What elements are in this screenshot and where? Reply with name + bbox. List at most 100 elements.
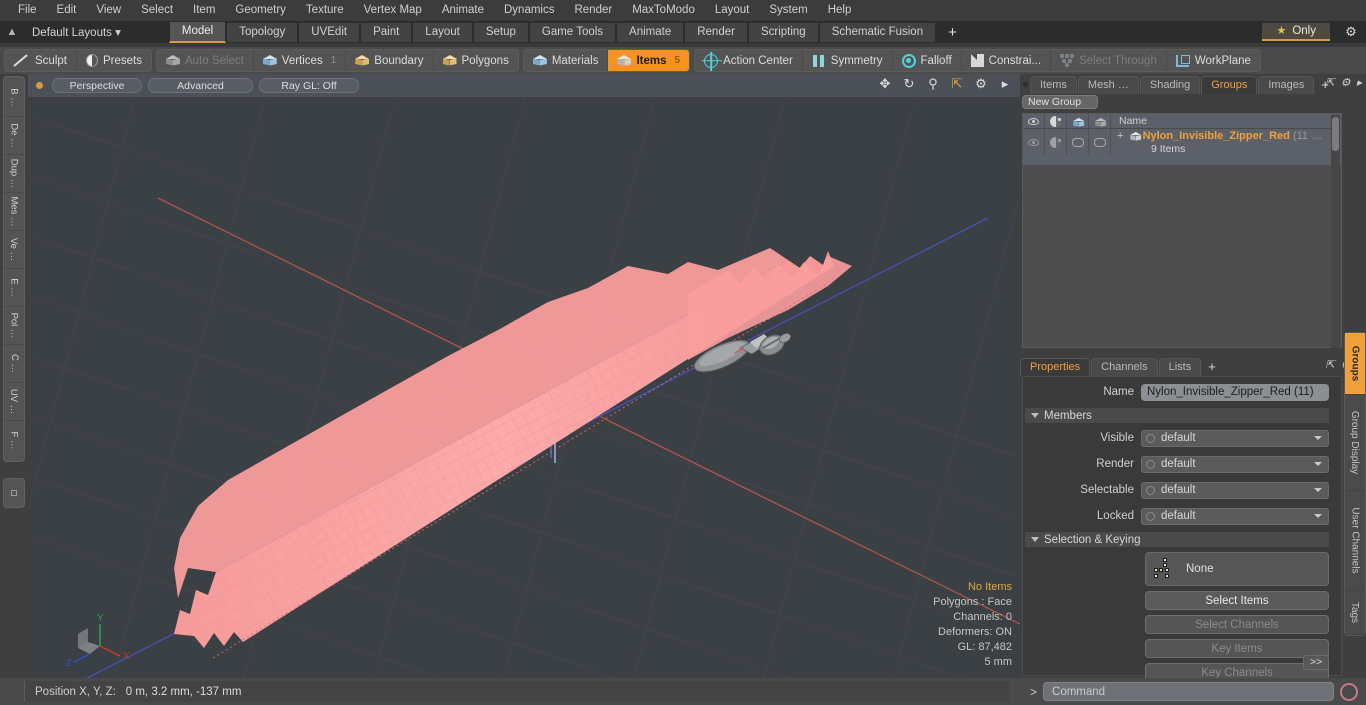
row-select-toggle[interactable] [1089, 129, 1111, 155]
left-tool-tab-9[interactable]: F … [4, 421, 24, 459]
left-tool-tab-8[interactable]: UV … [4, 383, 24, 421]
gear-icon[interactable]: ⚙ [1342, 24, 1360, 40]
row-visible-toggle[interactable] [1023, 129, 1045, 155]
select-cube-icon[interactable] [1089, 113, 1111, 129]
layout-tab-model[interactable]: Model [168, 21, 227, 43]
layout-tab-render[interactable]: Render [684, 22, 748, 42]
menu-item-render[interactable]: Render [564, 0, 622, 21]
right-panel-tab-shading[interactable]: Shading [1139, 76, 1201, 94]
layout-tab-paint[interactable]: Paint [360, 22, 413, 42]
right-panel-tab-groups[interactable]: Groups [1201, 76, 1258, 94]
mode-button-boundary[interactable]: Boundary [346, 50, 434, 71]
view-mode-button[interactable]: Perspective [52, 78, 142, 93]
members-section-header[interactable]: Members [1025, 408, 1329, 423]
more-button[interactable]: >> [1303, 655, 1329, 670]
mode-button-vertices[interactable]: Vertices 1 [254, 50, 347, 71]
new-group-button[interactable]: New Group [1022, 95, 1098, 109]
record-icon[interactable] [1340, 682, 1358, 701]
viewport-menu-dot-icon[interactable] [36, 82, 43, 89]
add-layout-tab-button[interactable]: + [936, 23, 969, 42]
right-panel-tab-items[interactable]: Items [1030, 76, 1077, 94]
layout-selector[interactable]: Default Layouts ▾ [24, 25, 129, 39]
selection-set-field[interactable]: None [1145, 552, 1329, 586]
mode-button-items[interactable]: Items 5 [608, 50, 690, 71]
left-tool-tab-0[interactable]: B … [4, 79, 24, 117]
layout-tab-topology[interactable]: Topology [226, 22, 299, 42]
raygl-button[interactable]: Ray GL: Off [259, 78, 359, 93]
left-tool-tab-6[interactable]: Pol … [4, 307, 24, 345]
list-scrollbar[interactable] [1331, 115, 1340, 348]
expand-toggle-icon[interactable]: + [1117, 130, 1123, 142]
menu-item-layout[interactable]: Layout [705, 0, 760, 21]
left-tool-tab-3[interactable]: Mes … [4, 193, 24, 231]
arrow-right-icon[interactable]: ▸ [998, 77, 1012, 91]
right-panel-tab-mesh[interactable]: Mesh … [1077, 76, 1139, 94]
left-tool-tab-5[interactable]: E … [4, 269, 24, 307]
group-item-list[interactable]: Name + Nylon_Invisible_Zipper_Red (11 … … [1022, 113, 1342, 348]
menu-item-select[interactable]: Select [131, 0, 183, 21]
menu-item-file[interactable]: File [8, 0, 47, 21]
layout-tab-animate[interactable]: Animate [616, 22, 685, 42]
render-cube-icon[interactable] [1067, 113, 1089, 129]
mode-button-select-through[interactable]: Select Through [1051, 50, 1167, 71]
menu-item-edit[interactable]: Edit [47, 0, 87, 21]
properties-tab-channels[interactable]: Channels [1091, 358, 1158, 376]
panel-menu-dot-icon[interactable] [1020, 74, 1030, 94]
layout-tab-setup[interactable]: Setup [472, 22, 529, 42]
mode-button-sculpt[interactable]: Sculpt [5, 50, 77, 71]
member-dropdown-render[interactable]: default [1141, 455, 1329, 473]
rotate-icon[interactable]: ↻ [902, 77, 916, 91]
arrow-right-icon[interactable]: ▸ [1356, 76, 1362, 89]
mode-button-polygons[interactable]: Polygons [434, 50, 518, 71]
shading-mode-button[interactable]: Advanced [148, 78, 253, 93]
layout-tab-scripting[interactable]: Scripting [747, 22, 819, 42]
properties-tab-add[interactable]: + [1202, 358, 1222, 376]
menu-item-dynamics[interactable]: Dynamics [494, 0, 564, 21]
mode-button-symmetry[interactable]: Symmetry [803, 50, 893, 71]
vertical-tab-tags[interactable]: Tags [1345, 591, 1365, 635]
vertical-tab-user-channels[interactable]: User Channels [1345, 491, 1365, 591]
menu-item-geometry[interactable]: Geometry [225, 0, 296, 21]
mode-button-presets[interactable]: Presets [77, 50, 151, 71]
table-row[interactable]: + Nylon_Invisible_Zipper_Red (11 … 9 Ite… [1023, 129, 1341, 155]
member-dropdown-selectable[interactable]: default [1141, 481, 1329, 499]
home-icon[interactable]: ▲ [0, 26, 24, 38]
gear-icon[interactable]: ⚙ [1341, 76, 1351, 89]
properties-tab-properties[interactable]: Properties [1020, 358, 1091, 376]
menu-item-animate[interactable]: Animate [432, 0, 494, 21]
expand-icon[interactable]: ⇱ [1325, 358, 1334, 371]
command-input[interactable]: Command [1043, 682, 1334, 701]
layout-tab-game-tools[interactable]: Game Tools [528, 22, 617, 42]
viewport-canvas[interactable]: X Y Z No Items Polygons : Face Channels:… [28, 74, 1020, 678]
left-tool-tab-2[interactable]: Dup … [4, 155, 24, 193]
menu-item-view[interactable]: View [86, 0, 131, 21]
row-shade-toggle[interactable] [1045, 129, 1067, 155]
left-tool-tab-1[interactable]: De … [4, 117, 24, 155]
zoom-icon[interactable]: ⚲ [926, 77, 940, 91]
vertical-tab-group-display[interactable]: Group Display [1345, 395, 1365, 491]
properties-tab-lists[interactable]: Lists [1158, 358, 1202, 376]
mode-button-workplane[interactable]: WorkPlane [1167, 50, 1260, 71]
extra-tool-button[interactable] [3, 478, 25, 508]
viewport-3d[interactable]: Perspective Advanced Ray GL: Off ✥ ↻ ⚲ ⇱… [28, 74, 1020, 678]
mode-button-action-center[interactable]: Action Center [695, 50, 803, 71]
menu-item-maxtomodo[interactable]: MaxToModo [622, 0, 705, 21]
left-tool-tab-7[interactable]: C … [4, 345, 24, 383]
vertical-tab-groups[interactable]: Groups [1345, 333, 1365, 395]
button-select-items[interactable]: Select Items [1145, 591, 1329, 610]
menu-item-system[interactable]: System [759, 0, 817, 21]
mode-button-materials[interactable]: Materials [524, 50, 609, 71]
name-field[interactable]: Nylon_Invisible_Zipper_Red (11) [1141, 383, 1329, 401]
expand-icon[interactable]: ⇱ [1325, 76, 1334, 89]
mode-button-constrai[interactable]: Constrai... [962, 50, 1052, 71]
only-toggle[interactable]: ★ Only [1262, 23, 1330, 41]
layout-tab-layout[interactable]: Layout [412, 22, 473, 42]
mode-button-falloff[interactable]: Falloff [893, 50, 962, 71]
menu-item-help[interactable]: Help [818, 0, 862, 21]
member-dropdown-visible[interactable]: default [1141, 429, 1329, 447]
selection-keying-section-header[interactable]: Selection & Keying [1025, 532, 1329, 547]
menu-item-vertex-map[interactable]: Vertex Map [354, 0, 432, 21]
mode-button-auto-select[interactable]: Auto Select [157, 50, 254, 71]
menu-item-texture[interactable]: Texture [296, 0, 354, 21]
right-panel-tab-images[interactable]: Images [1258, 76, 1315, 94]
